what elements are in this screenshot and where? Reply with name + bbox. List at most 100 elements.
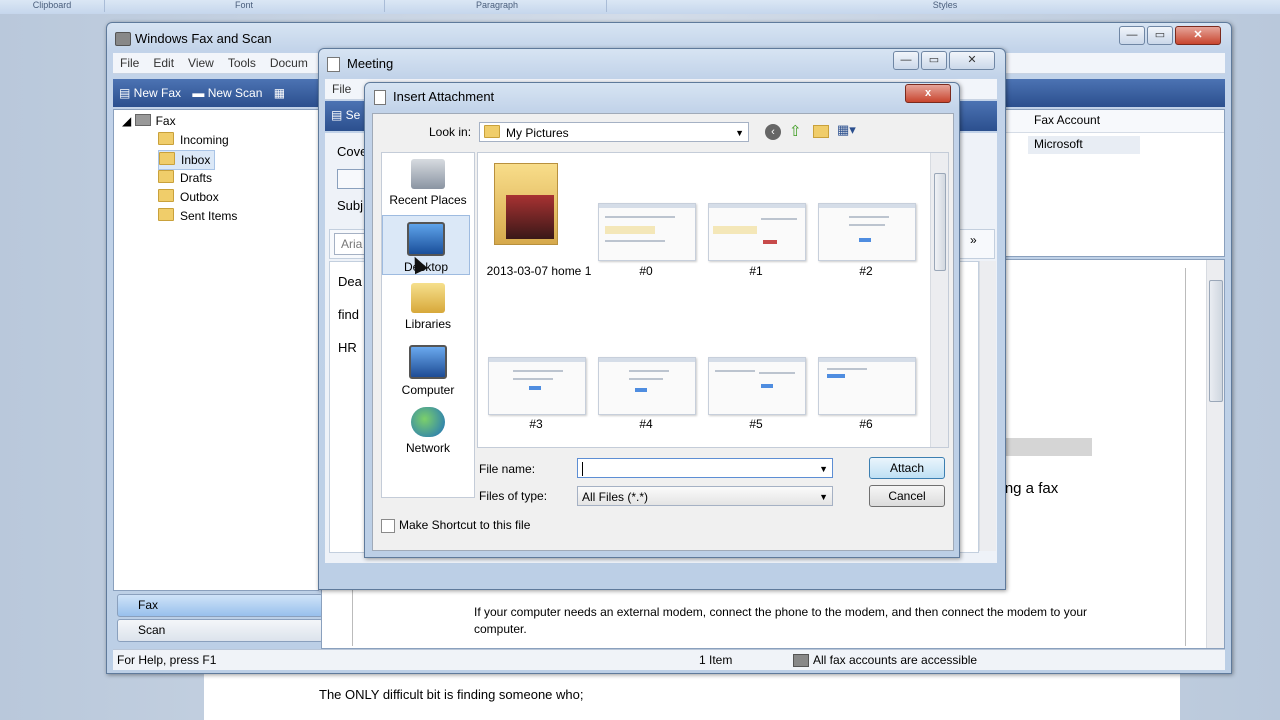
files-of-type-dropdown[interactable]: All Files (*.*) ▼	[577, 486, 833, 506]
document-icon	[327, 57, 340, 72]
recent-places-icon	[411, 159, 445, 189]
word-ribbon: Clipboard Font Paragraph Styles	[0, 0, 1280, 15]
place-recent-places[interactable]: Recent Places	[385, 159, 471, 207]
files-of-type-value: All Files (*.*)	[582, 490, 649, 504]
thumbnail-0[interactable]	[598, 203, 696, 261]
send-label: Se	[345, 108, 361, 122]
thumbnail-label: #6	[859, 417, 873, 431]
maximize-button[interactable]: ▭	[1147, 26, 1173, 45]
shortcut-checkbox[interactable]	[381, 519, 395, 533]
tree-item-label: Drafts	[180, 171, 213, 185]
meeting-minimize-button[interactable]: —	[893, 51, 919, 70]
minimize-button[interactable]: —	[1119, 26, 1145, 45]
window-title: Windows Fax and Scan	[135, 31, 272, 46]
scrollbar-thumb[interactable]	[1209, 280, 1223, 402]
up-folder-icon[interactable]: ⇧	[789, 122, 802, 140]
file-list-view: 2013-03-07 home 1 #0 #1 #2 #3 #4 #5 #6	[477, 152, 949, 448]
ribbon-group-paragraph: Paragraph	[388, 0, 607, 12]
meeting-title: Meeting	[347, 56, 394, 71]
column-fax-account[interactable]: Fax Account	[1034, 113, 1100, 127]
nav-scan-label: Scan	[138, 623, 166, 637]
libraries-icon	[411, 283, 445, 313]
menu-view[interactable]: View	[181, 53, 221, 73]
nav-fax-button[interactable]: Fax	[117, 594, 323, 617]
new-scan-label: New Scan	[207, 86, 263, 100]
thumbnail-label: #0	[639, 264, 653, 278]
meeting-scrollbar[interactable]	[979, 261, 996, 551]
cell-fax-account: Microsoft	[1034, 137, 1083, 151]
insert-attachment-dialog: Insert Attachment x Look in: My Pictures…	[364, 82, 960, 558]
status-item-count: 1 Item	[699, 653, 733, 667]
look-in-dropdown[interactable]: My Pictures ▼	[479, 122, 749, 142]
place-network[interactable]: Network	[385, 407, 471, 455]
menu-edit[interactable]: Edit	[146, 53, 181, 73]
thumbnail-label: #4	[639, 417, 653, 431]
network-icon	[411, 407, 445, 437]
thumbnail-2[interactable]	[818, 203, 916, 261]
menu-document[interactable]: Docum	[263, 53, 315, 73]
look-in-label: Look in:	[429, 125, 472, 139]
tree-item-label: Outbox	[180, 190, 219, 204]
thumbnail-1[interactable]	[708, 203, 806, 261]
thumbnail-3[interactable]	[488, 357, 586, 415]
tree-item-outbox[interactable]: Outbox	[158, 188, 219, 206]
body-line: HR	[338, 340, 357, 355]
file-name-input[interactable]: ▼	[577, 458, 833, 478]
subject-label: Subj	[337, 198, 364, 213]
ribbon-group-font: Font	[104, 0, 385, 12]
tree-root-fax[interactable]: ◢ Fax	[122, 112, 176, 130]
place-label: Recent Places	[389, 193, 467, 207]
new-fax-label: New Fax	[133, 86, 182, 100]
nav-scan-button[interactable]: Scan	[117, 619, 323, 642]
menu-tools[interactable]: Tools	[221, 53, 263, 73]
dialog-title: Insert Attachment	[393, 89, 495, 104]
thumbnail-6[interactable]	[818, 357, 916, 415]
more-tools-button[interactable]: »	[970, 233, 977, 247]
thumbnail-5[interactable]	[708, 357, 806, 415]
folder-item[interactable]	[494, 163, 566, 255]
folder-icon	[158, 132, 174, 145]
tree-item-inbox[interactable]: Inbox	[158, 150, 216, 170]
chevron-down-icon: ▼	[819, 464, 828, 474]
thumbnail-label: #5	[749, 417, 763, 431]
fax-icon	[134, 114, 151, 126]
attach-button[interactable]: Attach	[869, 457, 945, 479]
folder-icon	[158, 170, 174, 183]
new-fax-button[interactable]: ▤ New Fax	[113, 79, 185, 107]
desktop-icon	[407, 222, 445, 256]
thumbnail-4[interactable]	[598, 357, 696, 415]
new-scan-button[interactable]: ▬ New Scan	[188, 79, 266, 107]
menu-file[interactable]: File	[113, 53, 146, 73]
view-menu-icon[interactable]: ▦▾	[837, 122, 856, 138]
dialog-close-button[interactable]: x	[905, 84, 951, 103]
meeting-maximize-button[interactable]: ▭	[921, 51, 947, 70]
shortcut-label: Make Shortcut to this file	[399, 518, 531, 532]
scrollbar-thumb[interactable]	[934, 173, 946, 271]
tree-root-label: Fax	[155, 114, 176, 128]
computer-icon	[409, 345, 447, 379]
file-list-scrollbar[interactable]	[930, 153, 948, 447]
folder-photo-preview	[506, 195, 554, 239]
text-caret	[582, 462, 587, 476]
tree-item-incoming[interactable]: Incoming	[158, 131, 229, 149]
new-folder-icon[interactable]	[813, 125, 829, 138]
cancel-button[interactable]: Cancel	[869, 485, 945, 507]
document-text: The ONLY difficult bit is finding someon…	[319, 687, 584, 702]
meeting-menu-file[interactable]: File	[325, 79, 358, 99]
tree-item-sent-items[interactable]: Sent Items	[158, 207, 237, 225]
back-icon[interactable]: ‹	[765, 124, 781, 140]
toolbar-extra-button[interactable]: ▦	[270, 79, 289, 107]
ribbon-group-styles: Styles	[932, 0, 958, 10]
chevron-down-icon: ▼	[819, 492, 828, 502]
place-label: Libraries	[404, 317, 452, 331]
preview-scrollbar[interactable]	[1206, 260, 1224, 648]
place-libraries[interactable]: Libraries	[385, 283, 471, 331]
thumbnail-label: #1	[749, 264, 763, 278]
close-button[interactable]: ✕	[1175, 26, 1221, 45]
ribbon-group-clipboard: Clipboard	[0, 0, 105, 12]
place-computer[interactable]: Computer	[385, 345, 471, 397]
place-label: Computer	[401, 383, 455, 397]
tree-item-drafts[interactable]: Drafts	[158, 169, 212, 187]
send-button[interactable]: ▤ Se	[325, 101, 364, 129]
meeting-close-button[interactable]: ✕	[949, 51, 995, 70]
